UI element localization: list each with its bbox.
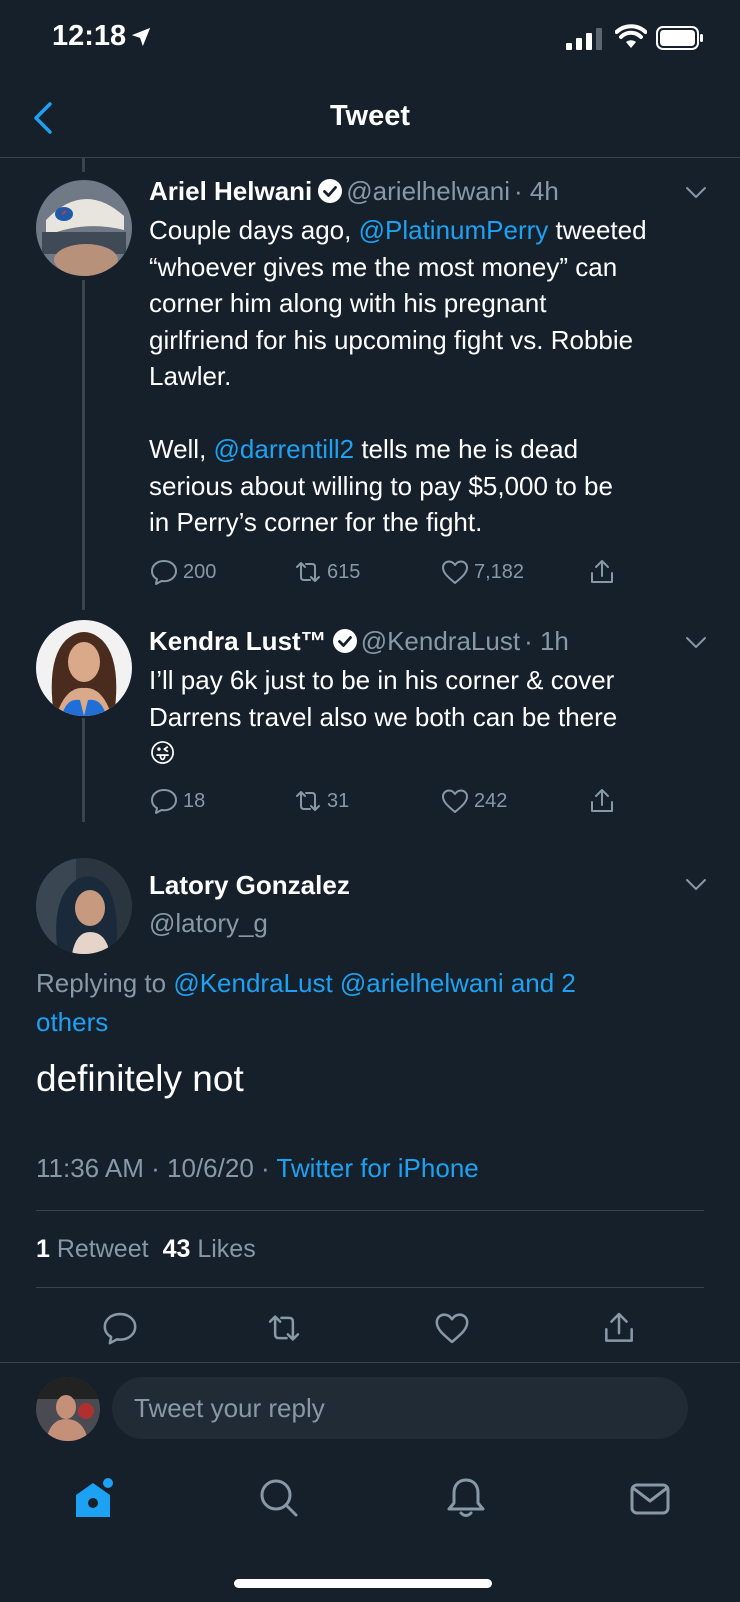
like-action[interactable]: 7,182 [440,557,524,587]
share-icon [591,789,613,812]
notifications-icon[interactable] [443,1475,489,1521]
share-icon[interactable] [600,1309,638,1347]
like-count: 242 [474,789,508,812]
tweet-text: Couple days ago, @PlatinumPerry tweeted … [149,212,719,541]
author-name[interactable]: Ariel Helwani [149,176,312,206]
retweet-icon [296,791,320,811]
home-indicator [234,1579,492,1588]
tweet-2-header: Kendra Lust™ @KendraLust · 1h [149,626,569,657]
divider [36,1287,704,1288]
status-time: 12:18 [52,20,127,52]
tweet-text: I’ll pay 6k just to be in his corner & c… [149,665,618,768]
retweet-label[interactable]: Retweet [50,1235,149,1263]
author-handle[interactable]: @latory_g [149,908,268,939]
text-segment: tweeted “whoever gives me the most money… [149,215,647,464]
tweet-1-header: Ariel Helwani @arielhelwani · 4h [149,176,559,207]
like-icon[interactable] [433,1309,471,1347]
search-icon[interactable] [256,1475,302,1521]
like-label[interactable]: Likes [190,1235,255,1263]
header-divider [0,157,740,158]
wifi-icon [615,24,647,48]
my-avatar[interactable] [36,1377,100,1441]
location-arrow-icon [131,27,151,47]
home-icon[interactable] [70,1475,116,1521]
author-name[interactable]: Latory Gonzalez [149,870,350,901]
author-name[interactable]: Kendra Lust™ [149,626,327,656]
retweet-icon [296,562,320,582]
tweet-meta: 11:36 AM · 10/6/20 · Twitter for iPhone [36,1153,479,1184]
reply-action[interactable]: 200 [149,557,216,587]
retweet-count: 31 [327,789,350,812]
chevron-down-icon[interactable] [684,634,708,650]
reply-icon [151,560,177,585]
share-icon [591,560,613,583]
verified-icon [318,179,343,203]
cellular-signal-icon [566,28,602,50]
share-action[interactable] [587,786,617,816]
messages-icon[interactable] [627,1475,673,1521]
reply-placeholder: Tweet your reply [134,1392,325,1423]
avatar-ariel-helwani[interactable] [36,180,132,276]
timestamp: 11:36 AM · 10/6/20 · [36,1153,277,1183]
chevron-down-icon[interactable] [684,876,708,892]
reply-icon[interactable] [101,1309,139,1347]
retweet-icon[interactable] [265,1309,303,1347]
author-handle[interactable]: @arielhelwani [346,176,510,206]
thread-line-1 [82,280,85,610]
reply-count: 18 [183,789,206,812]
like-total[interactable]: 43 [163,1235,191,1263]
retweet-action[interactable]: 31 [293,786,349,816]
thread-line-top [82,158,85,172]
reply-input[interactable]: Tweet your reply [112,1377,688,1439]
chevron-down-icon[interactable] [684,184,708,200]
focus-tweet-text: definitely not [36,1058,244,1099]
like-icon [442,789,468,813]
page-title: Tweet [329,100,411,132]
mention-link[interactable]: @PlatinumPerry [359,215,549,245]
tweet-time: · 4h [513,176,559,206]
divider [36,1210,704,1211]
retweet-total[interactable]: 1 [36,1235,50,1263]
source-app-link[interactable]: Twitter for iPhone [276,1153,478,1183]
verified-icon [332,629,357,653]
mention-link[interactable]: @darrentill2 [214,434,355,464]
reply-count: 200 [183,560,217,583]
like-icon [442,560,468,584]
author-handle[interactable]: @KendraLust [361,626,520,656]
engagement-counts: 1 Retweet 43 Likes [36,1235,256,1264]
share-action[interactable] [587,557,617,587]
thread-line-2 [82,718,85,822]
reply-icon [151,789,177,814]
avatar-kendra-lust[interactable] [36,620,132,716]
avatar-latory-gonzalez[interactable] [36,858,132,954]
retweet-count: 615 [327,560,361,583]
retweet-action[interactable]: 615 [293,557,360,587]
tweet-time: · 1h [524,626,569,656]
like-count: 7,182 [474,560,525,583]
reply-action[interactable]: 18 [149,786,205,816]
like-action[interactable]: 242 [440,786,507,816]
divider [0,1362,740,1363]
replying-to: Replying to @KendraLust @arielhelwani an… [36,964,696,1042]
replying-prefix: Replying to [36,968,174,998]
text-segment: Couple days ago, [149,215,359,245]
battery-icon [656,26,703,50]
